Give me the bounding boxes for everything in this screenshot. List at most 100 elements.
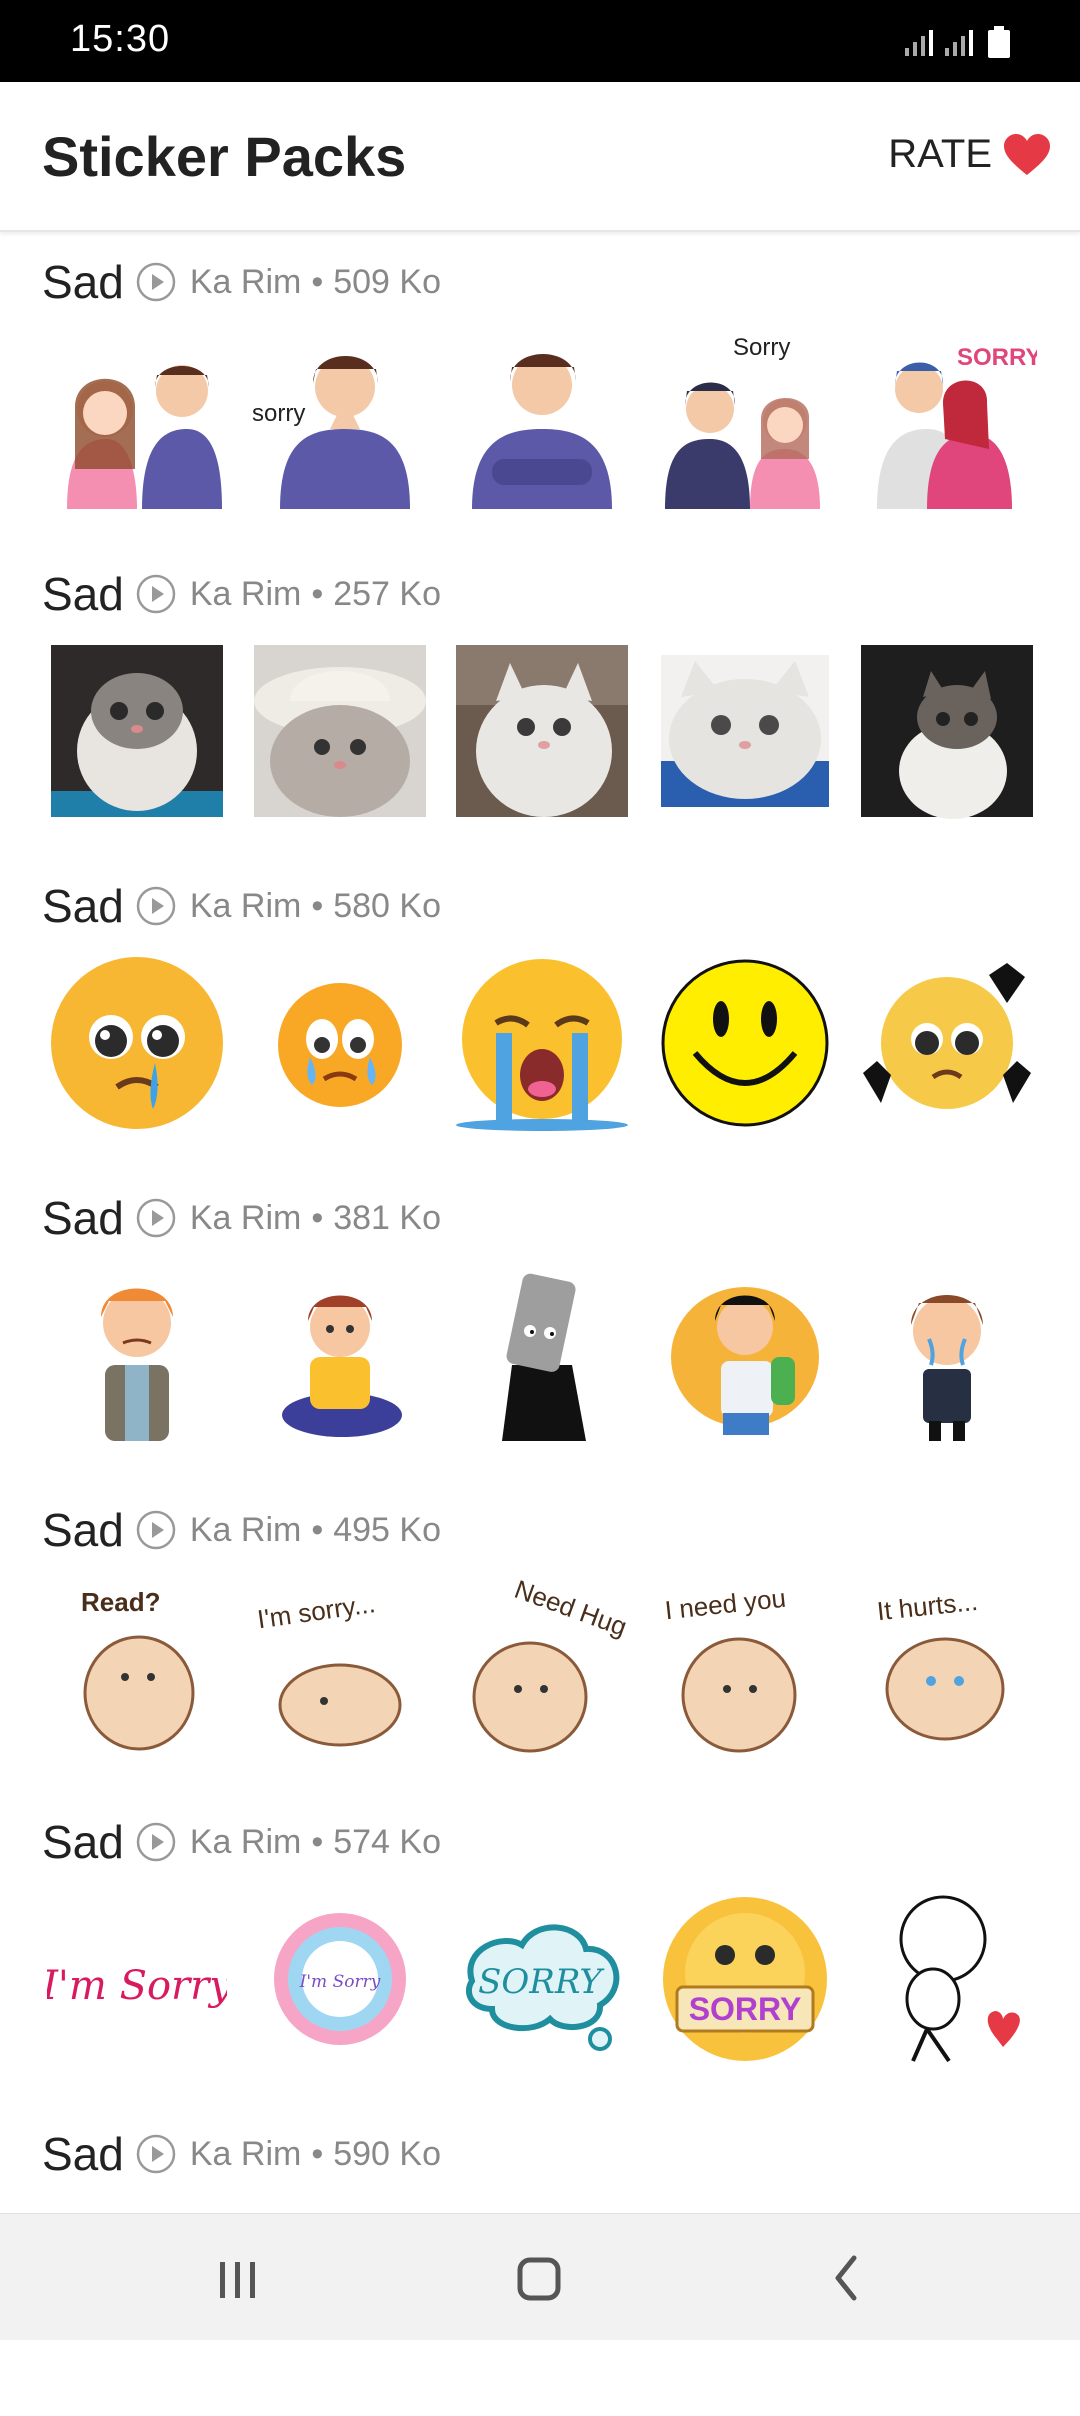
sticker-caption: SORRY [688, 1991, 801, 2027]
sorry-couple-sticker-image: Sorry [664, 334, 820, 509]
sticker-thumbnail[interactable]: Read? [42, 1572, 232, 1762]
sticker-caption: I'm sorry... [255, 1588, 377, 1634]
sitting-sad-boy-sticker [281, 1295, 402, 1437]
sticker-thumbnail[interactable] [852, 1260, 1042, 1450]
pack-name: Sad [42, 1504, 124, 1556]
pack-meta: Ka Rim • 580 Ko [190, 887, 441, 926]
sticker-thumbnail[interactable] [245, 948, 435, 1138]
sticker-thumbnails: sorry Sorry SORRY [42, 324, 1042, 524]
play-icon[interactable] [136, 262, 176, 302]
hamster-read-sticker: Read? [81, 1587, 195, 1751]
sticker-thumbnail[interactable] [650, 1260, 840, 1450]
pack-size: 590 Ko [333, 2134, 441, 2173]
sticker-thumbnail[interactable] [447, 636, 637, 826]
hamster-hurts-sticker: It hurts... [876, 1586, 1005, 1741]
sticker-pack-row[interactable]: Sad Ka Rim • 509 Ko sorry Sorry SORRY [0, 232, 1080, 544]
play-icon[interactable] [136, 1822, 176, 1862]
pack-size: 495 Ko [333, 1510, 441, 1549]
sticker-pack-row[interactable]: Sad Ka Rim • 495 Ko Read? I'm sorry... Nee… [0, 1480, 1080, 1792]
sticker-thumbnail[interactable] [42, 636, 232, 826]
home-icon[interactable] [514, 2248, 564, 2308]
sticker-pack-row[interactable]: Sad Ka Rim • 257 Ko [0, 544, 1080, 856]
sticker-thumbnail[interactable]: Need Hug [447, 1572, 637, 1762]
back-icon[interactable] [826, 2248, 866, 2308]
sticker-thumbnail[interactable] [650, 636, 840, 826]
sticker-thumbnails: Read? I'm sorry... Need Hug I need you I… [42, 1572, 1042, 1772]
sticker-caption: SORRY [478, 1962, 605, 2002]
pack-author: Ka Rim [189, 574, 302, 613]
play-icon[interactable] [136, 886, 176, 926]
sticker-caption: Sorry [733, 334, 790, 361]
app-bar: Sticker Packs RATE [0, 82, 1080, 232]
sticker-pack-row[interactable]: Sad Ka Rim • 574 Ko I'm Sorry I'm Sorry SO… [0, 1792, 1080, 2104]
sticker-thumbnail[interactable] [245, 636, 435, 826]
hamster-need-hug-sticker: Need Hug [472, 1577, 631, 1753]
sticker-thumbnail[interactable]: SORRY [852, 324, 1042, 514]
sticker-thumbnail[interactable] [245, 1260, 435, 1450]
sticker-caption: I need you [663, 1583, 787, 1626]
pack-size: 257 Ko [333, 574, 441, 613]
pleading-face-emoji [51, 957, 223, 1129]
sticker-pack-row[interactable]: Sad Ka Rim • 381 Ko [0, 1168, 1080, 1480]
sticker-thumbnail[interactable]: SORRY [447, 1884, 637, 2074]
smiley-face-emoji [661, 959, 828, 1127]
sticker-pack-row[interactable]: Sad Ka Rim • 580 Ko [0, 856, 1080, 1168]
sticker-thumbnail[interactable] [42, 948, 232, 1138]
sticker-thumbnail[interactable]: I need you [650, 1572, 840, 1762]
battery-icon [988, 26, 1010, 58]
pack-header: Sad Ka Rim • 495 Ko [42, 1500, 441, 1560]
recent-apps-icon[interactable] [216, 2248, 260, 2308]
sticker-thumbnail[interactable]: It hurts... [852, 1572, 1042, 1762]
sticker-caption: Read? [81, 1587, 160, 1617]
status-bar: 15:30 [0, 0, 1080, 82]
sticker-thumbnail[interactable]: Sorry [650, 324, 840, 514]
sticker-thumbnail[interactable]: I'm Sorry [42, 1884, 232, 2074]
pack-size: 580 Ko [333, 886, 441, 925]
pack-meta: Ka Rim • 509 Ko [190, 263, 441, 302]
sticker-thumbnail[interactable] [42, 1260, 232, 1450]
sticker-thumbnail[interactable] [650, 948, 840, 1138]
sticker-caption: sorry [252, 400, 305, 427]
sorry-balloon-sticker: I'm Sorry [273, 1913, 406, 2045]
sticker-thumbnail[interactable]: sorry [245, 324, 435, 514]
pack-author: Ka Rim [189, 1510, 302, 1549]
sticker-caption: SORRY [957, 344, 1037, 371]
pack-meta: Ka Rim • 590 Ko [190, 2135, 441, 2174]
sorry-man-sticker-image: sorry [252, 356, 410, 509]
sticker-pack-list[interactable]: Sad Ka Rim • 509 Ko sorry Sorry SORRY Sa… [0, 232, 1080, 2416]
meta-separator: • [311, 1822, 324, 1861]
sticker-thumbnail[interactable] [852, 636, 1042, 826]
arms-crossed-sticker-image [472, 354, 612, 509]
sorry-sun-sticker: SORRY [662, 1897, 827, 2061]
sticker-thumbnail[interactable] [447, 1260, 637, 1450]
sticker-caption: It hurts... [876, 1586, 980, 1626]
teary-cat-photo [660, 655, 829, 807]
sticker-thumbnail[interactable]: I'm sorry... [245, 1572, 435, 1762]
status-time: 15:30 [70, 18, 171, 60]
pack-meta: Ka Rim • 574 Ko [190, 1823, 441, 1862]
sticker-thumbnail[interactable] [852, 1884, 1042, 2074]
sad-white-cat-photo [456, 645, 628, 817]
sorry-cloud-sticker: SORRY [465, 1924, 620, 2051]
sticker-thumbnail[interactable]: I'm Sorry [245, 1884, 435, 2074]
sticker-thumbnail[interactable] [447, 324, 637, 514]
pack-name: Sad [42, 1816, 124, 1868]
hamster-need-you-sticker: I need you [663, 1583, 796, 1753]
pack-header: Sad Ka Rim • 590 Ko [42, 2124, 441, 2184]
play-icon[interactable] [136, 1510, 176, 1550]
sticker-thumbnail[interactable] [447, 948, 637, 1138]
rate-button[interactable]: RATE [888, 132, 1052, 177]
meta-separator: • [311, 262, 324, 301]
play-icon[interactable] [136, 574, 176, 614]
cowboy-cat-photo [253, 645, 426, 817]
system-navigation-bar [0, 2213, 1080, 2340]
sticker-thumbnails [42, 1260, 1042, 1460]
page-title: Sticker Packs [42, 125, 407, 188]
play-icon[interactable] [136, 1198, 176, 1238]
sticker-thumbnail[interactable] [42, 324, 232, 514]
pack-header: Sad Ka Rim • 257 Ko [42, 564, 441, 624]
play-icon[interactable] [136, 2134, 176, 2174]
sticker-thumbnail[interactable] [852, 948, 1042, 1138]
sticker-thumbnail[interactable]: SORRY [650, 1884, 840, 2074]
crying-face-emoji [277, 983, 402, 1107]
